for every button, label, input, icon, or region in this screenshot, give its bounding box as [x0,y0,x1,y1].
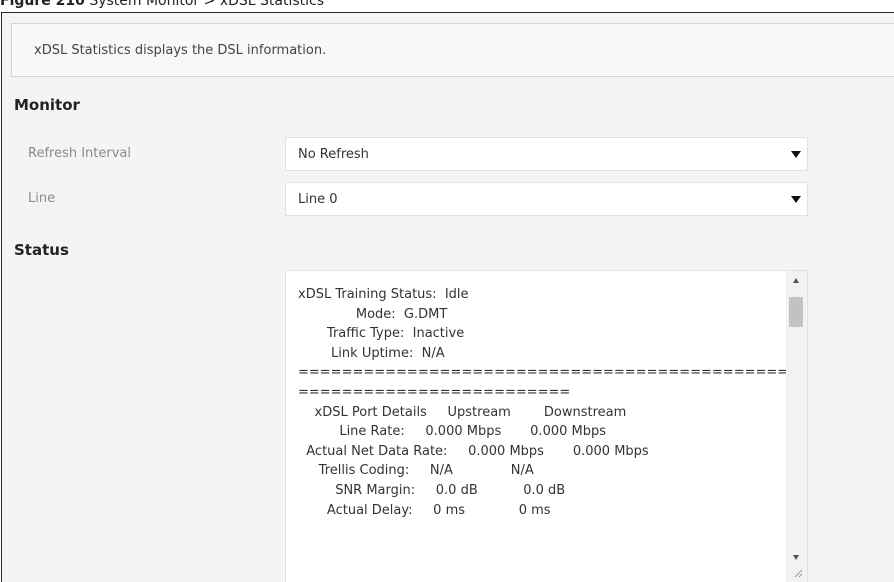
figure-number: Figure 210 [0,0,85,9]
refresh-interval-select[interactable]: No Refresh [285,137,808,171]
line-select[interactable]: Line 0 [285,182,808,216]
line-value: Line 0 [298,192,338,207]
dropdown-arrow-icon [791,196,801,203]
section-title-monitor: Monitor [14,96,80,114]
description-box: xDSL Statistics displays the DSL informa… [11,23,894,77]
vertical-scrollbar[interactable] [786,271,807,582]
section-title-status: Status [14,241,69,259]
scroll-down-icon[interactable] [793,555,799,560]
status-textarea[interactable]: xDSL Training Status: Idle Mode: G.DMT T… [285,270,808,582]
refresh-interval-value: No Refresh [298,147,369,162]
description-text: xDSL Statistics displays the DSL informa… [34,43,327,58]
content-panel: xDSL Statistics displays the DSL informa… [1,12,894,582]
line-label: Line [28,191,56,206]
refresh-interval-label: Refresh Interval [28,146,132,161]
figure-caption: Figure 210 System Monitor > xDSL Statist… [0,0,324,9]
status-text: xDSL Training Status: Idle Mode: G.DMT T… [298,287,808,518]
resize-grip-icon[interactable] [794,569,803,578]
scrollbar-thumb[interactable] [789,297,803,327]
figure-title: System Monitor > xDSL Statistics [89,0,325,9]
scroll-up-icon[interactable] [793,278,799,283]
dropdown-arrow-icon [791,151,801,158]
